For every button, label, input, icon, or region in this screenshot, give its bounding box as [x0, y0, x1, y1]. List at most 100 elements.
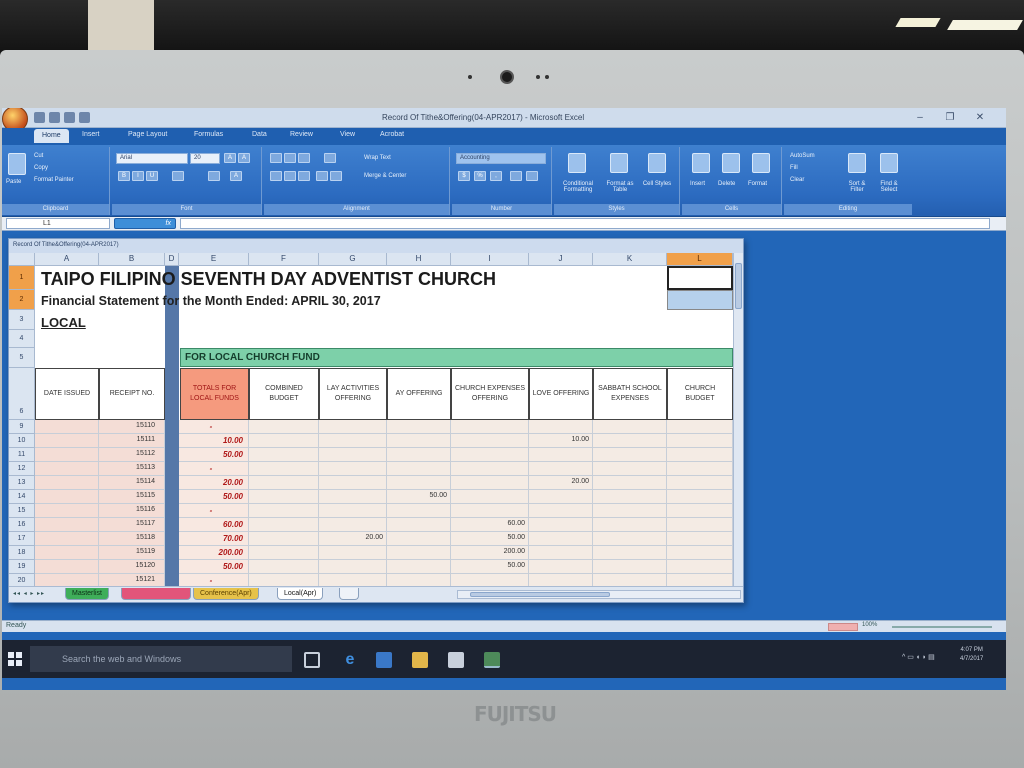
row-header[interactable]: 17	[9, 532, 35, 546]
increase-indent-icon[interactable]	[330, 171, 342, 181]
column-header[interactable]: H	[387, 253, 451, 266]
row-header[interactable]: 16	[9, 518, 35, 532]
column-header[interactable]: A	[35, 253, 99, 266]
grid-cell[interactable]	[529, 518, 593, 532]
grid-cell[interactable]	[35, 476, 99, 490]
row-header[interactable]: 1	[9, 266, 35, 290]
grid-cell[interactable]	[593, 574, 667, 586]
grid-cell[interactable]	[593, 532, 667, 546]
grid-cell[interactable]	[387, 560, 451, 574]
font-color-icon[interactable]: A	[230, 171, 242, 181]
grid-cell[interactable]	[593, 546, 667, 560]
grid-cell[interactable]	[249, 420, 319, 434]
column-header[interactable]: E	[179, 253, 249, 266]
sheet-tab-hidden[interactable]	[121, 588, 191, 600]
fill-color-icon[interactable]	[208, 171, 220, 181]
align-center-icon[interactable]	[284, 171, 296, 181]
name-box[interactable]: L1	[6, 218, 110, 229]
format-painter-button[interactable]: Format Painter	[34, 177, 74, 183]
insert-sheet-icon[interactable]	[339, 588, 359, 600]
grid-cell[interactable]	[249, 448, 319, 462]
grid-cell[interactable]	[319, 434, 387, 448]
grid-cell[interactable]	[249, 504, 319, 518]
grid-cell[interactable]	[451, 504, 529, 518]
grid-cell[interactable]	[593, 518, 667, 532]
cell-styles-button[interactable]: Cell Styles	[642, 181, 672, 187]
grid-cell[interactable]	[387, 574, 451, 586]
restore-icon[interactable]: ❐	[937, 111, 963, 124]
grid-cell[interactable]	[667, 462, 733, 476]
grid-cell[interactable]	[667, 448, 733, 462]
grid-cell[interactable]	[319, 490, 387, 504]
grid-cell[interactable]	[593, 504, 667, 518]
grid-cell[interactable]	[387, 546, 451, 560]
grid-cell[interactable]	[593, 462, 667, 476]
align-left-icon[interactable]	[270, 171, 282, 181]
delete-button[interactable]: Delete	[718, 181, 735, 187]
grid-cell[interactable]	[451, 574, 529, 586]
row-header[interactable]: 19	[9, 560, 35, 574]
sort-filter-button[interactable]: Sort & Filter	[842, 181, 872, 193]
tab-formulas[interactable]: Formulas	[194, 131, 223, 138]
view-buttons[interactable]	[828, 623, 858, 631]
column-header-selected[interactable]: L	[667, 253, 733, 266]
scroll-thumb[interactable]	[470, 592, 610, 597]
grid-cell[interactable]	[667, 546, 733, 560]
row-header[interactable]: 13	[9, 476, 35, 490]
tab-view[interactable]: View	[340, 131, 355, 138]
grid-cell[interactable]	[319, 448, 387, 462]
font-size-select[interactable]: 20	[190, 153, 220, 164]
grid-cell[interactable]	[35, 532, 99, 546]
zoom-level[interactable]: 100%	[862, 622, 877, 628]
grid-cell[interactable]	[667, 560, 733, 574]
customize-icon[interactable]	[79, 112, 90, 123]
grid-cell[interactable]	[451, 448, 529, 462]
grid-cell[interactable]	[451, 476, 529, 490]
column-header[interactable]: F	[249, 253, 319, 266]
save-icon[interactable]	[34, 112, 45, 123]
align-top-icon[interactable]	[270, 153, 282, 163]
close-icon[interactable]: ✕	[967, 111, 993, 124]
grid-cell[interactable]	[529, 448, 593, 462]
grid-cell[interactable]	[529, 546, 593, 560]
merge-center-button[interactable]: Merge & Center	[364, 173, 406, 179]
selected-cell[interactable]	[667, 266, 733, 290]
conditional-formatting-button[interactable]: Conditional Formatting	[558, 181, 598, 193]
row-header[interactable]: 6	[9, 368, 35, 420]
wrap-text-button[interactable]: Wrap Text	[364, 155, 391, 161]
grid-cell[interactable]	[387, 462, 451, 476]
align-right-icon[interactable]	[298, 171, 310, 181]
column-header[interactable]: J	[529, 253, 593, 266]
grid-cell[interactable]	[667, 476, 733, 490]
paste-icon[interactable]	[8, 153, 26, 175]
grid-cell[interactable]	[529, 504, 593, 518]
grid-cell[interactable]	[593, 476, 667, 490]
vertical-scrollbar[interactable]	[733, 253, 743, 586]
grid-cell[interactable]	[249, 434, 319, 448]
sheet-tab-masterlist[interactable]: Masterlist	[65, 588, 109, 600]
increase-decimal-icon[interactable]	[510, 171, 522, 181]
grid-cell[interactable]	[387, 476, 451, 490]
edge-icon[interactable]: e	[342, 652, 358, 668]
grid-cell[interactable]	[35, 574, 99, 586]
cell-styles-icon[interactable]	[648, 153, 666, 173]
grid-cell[interactable]	[387, 420, 451, 434]
zoom-slider[interactable]	[892, 626, 992, 628]
grid-cell[interactable]	[451, 434, 529, 448]
column-header[interactable]: B	[99, 253, 165, 266]
tab-insert[interactable]: Insert	[82, 131, 100, 138]
format-table-icon[interactable]	[610, 153, 628, 173]
italic-icon[interactable]: I	[132, 171, 144, 181]
borders-icon[interactable]	[172, 171, 184, 181]
column-header[interactable]: I	[451, 253, 529, 266]
grid-cell[interactable]	[35, 504, 99, 518]
task-view-icon[interactable]	[304, 652, 320, 668]
column-header[interactable]: D	[165, 253, 179, 266]
grid-cell[interactable]	[319, 462, 387, 476]
start-icon[interactable]	[8, 652, 22, 666]
grid-cell[interactable]	[249, 518, 319, 532]
row-header[interactable]: 4	[9, 330, 35, 348]
scroll-thumb[interactable]	[735, 263, 742, 309]
format-button[interactable]: Format	[748, 181, 767, 187]
grid-cell[interactable]	[319, 518, 387, 532]
